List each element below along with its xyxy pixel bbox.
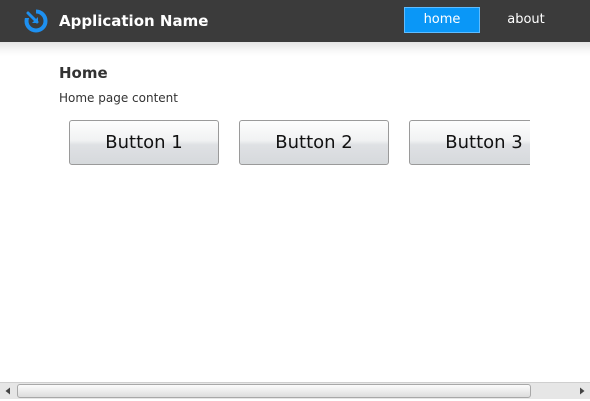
page-content-text: Home page content bbox=[59, 91, 178, 105]
arrow-right-icon[interactable] bbox=[573, 383, 590, 399]
header-shadow bbox=[0, 42, 590, 56]
app-title: Application Name bbox=[59, 12, 209, 30]
app-logo-icon bbox=[24, 9, 48, 33]
nav-item-about[interactable]: about bbox=[496, 7, 556, 33]
scrollbar-thumb[interactable] bbox=[17, 384, 531, 398]
app-window: Application Name home about Home Home pa… bbox=[0, 0, 590, 401]
button-2[interactable]: Button 2 bbox=[239, 120, 389, 165]
header-bar: Application Name home about bbox=[0, 0, 590, 42]
arrow-left-icon[interactable] bbox=[0, 383, 17, 399]
button-strip: Button 1 Button 2 Button 3 bbox=[69, 120, 530, 165]
page-title: Home bbox=[59, 64, 108, 82]
nav-item-home[interactable]: home bbox=[404, 7, 480, 33]
horizontal-scrollbar[interactable] bbox=[0, 382, 590, 399]
button-3[interactable]: Button 3 bbox=[409, 120, 530, 165]
button-1[interactable]: Button 1 bbox=[69, 120, 219, 165]
